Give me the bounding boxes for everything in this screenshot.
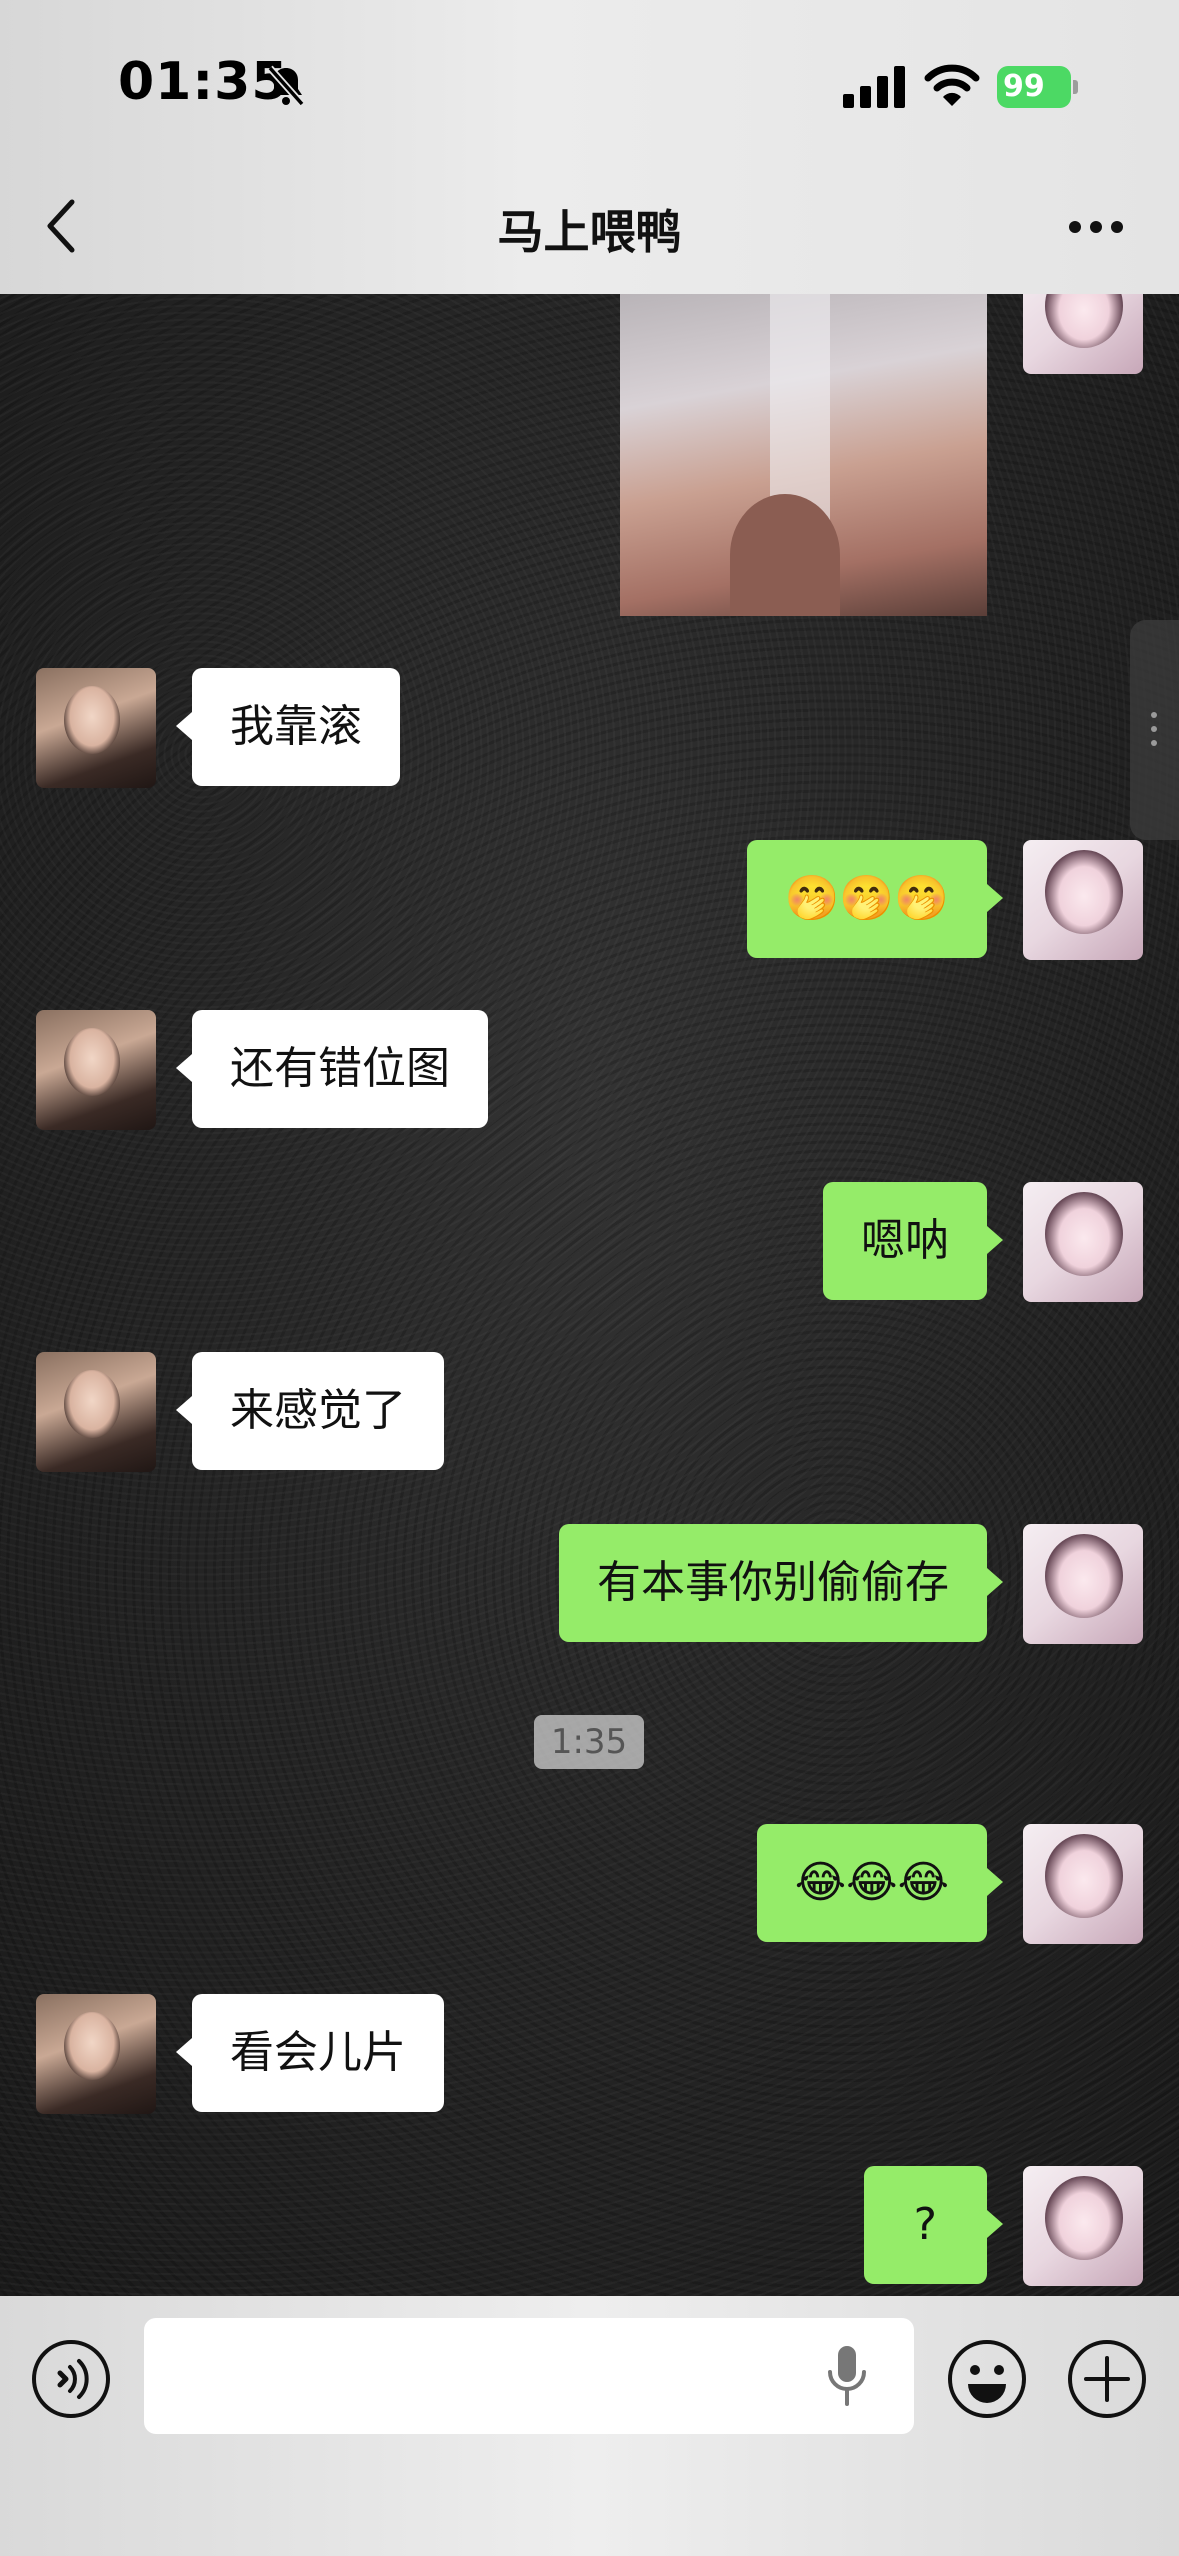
bell-slash-icon xyxy=(267,65,305,107)
input-bar xyxy=(0,2296,1179,2556)
plus-icon[interactable] xyxy=(1066,2338,1148,2420)
floating-side-handle[interactable] xyxy=(1130,620,1179,840)
more-icon[interactable] xyxy=(1068,220,1124,234)
contact-avatar[interactable] xyxy=(36,668,156,788)
emoji-icon[interactable] xyxy=(946,2338,1028,2420)
image-message[interactable] xyxy=(620,294,987,616)
message-bubble-sent[interactable]: 🤭🤭🤭 xyxy=(746,840,1004,958)
contact-avatar[interactable] xyxy=(36,1010,156,1130)
self-avatar[interactable] xyxy=(1023,2166,1143,2286)
self-avatar[interactable] xyxy=(1023,1824,1143,1944)
chat-area[interactable]: 我靠滚 🤭🤭🤭 还有错位图 嗯呐 来感觉了 有本事你别偷偷存 1:35 😂😂😂 … xyxy=(0,294,1179,2296)
signal-icon xyxy=(843,66,905,108)
contact-avatar[interactable] xyxy=(36,1352,156,1472)
message-bubble-sent[interactable]: 有本事你别偷偷存 xyxy=(559,1524,1003,1642)
mic-icon[interactable] xyxy=(822,2342,872,2412)
self-avatar[interactable] xyxy=(1023,840,1143,960)
self-avatar[interactable] xyxy=(1023,294,1143,374)
message-bubble-sent[interactable]: ? xyxy=(863,2166,1004,2284)
voice-icon[interactable] xyxy=(30,2338,112,2420)
message-bubble-sent[interactable]: 😂😂😂 xyxy=(756,1824,1004,1942)
top-bar: 01:35 99 马上喂鸭 xyxy=(0,0,1179,294)
message-input[interactable] xyxy=(144,2318,914,2434)
message-bubble-sent[interactable]: 嗯呐 xyxy=(823,1182,1003,1300)
battery-icon: 99 xyxy=(997,66,1078,108)
wifi-icon xyxy=(924,64,980,106)
self-avatar[interactable] xyxy=(1023,1524,1143,1644)
message-timestamp: 1:35 xyxy=(534,1715,644,1769)
message-bubble-received[interactable]: 我靠滚 xyxy=(176,668,400,786)
self-avatar[interactable] xyxy=(1023,1182,1143,1302)
message-bubble-received[interactable]: 来感觉了 xyxy=(176,1352,444,1470)
message-bubble-received[interactable]: 看会儿片 xyxy=(176,1994,444,2112)
battery-level: 99 xyxy=(997,66,1071,108)
message-bubble-received[interactable]: 还有错位图 xyxy=(176,1010,488,1128)
contact-avatar[interactable] xyxy=(36,1994,156,2114)
chat-title: 马上喂鸭 xyxy=(497,205,682,259)
